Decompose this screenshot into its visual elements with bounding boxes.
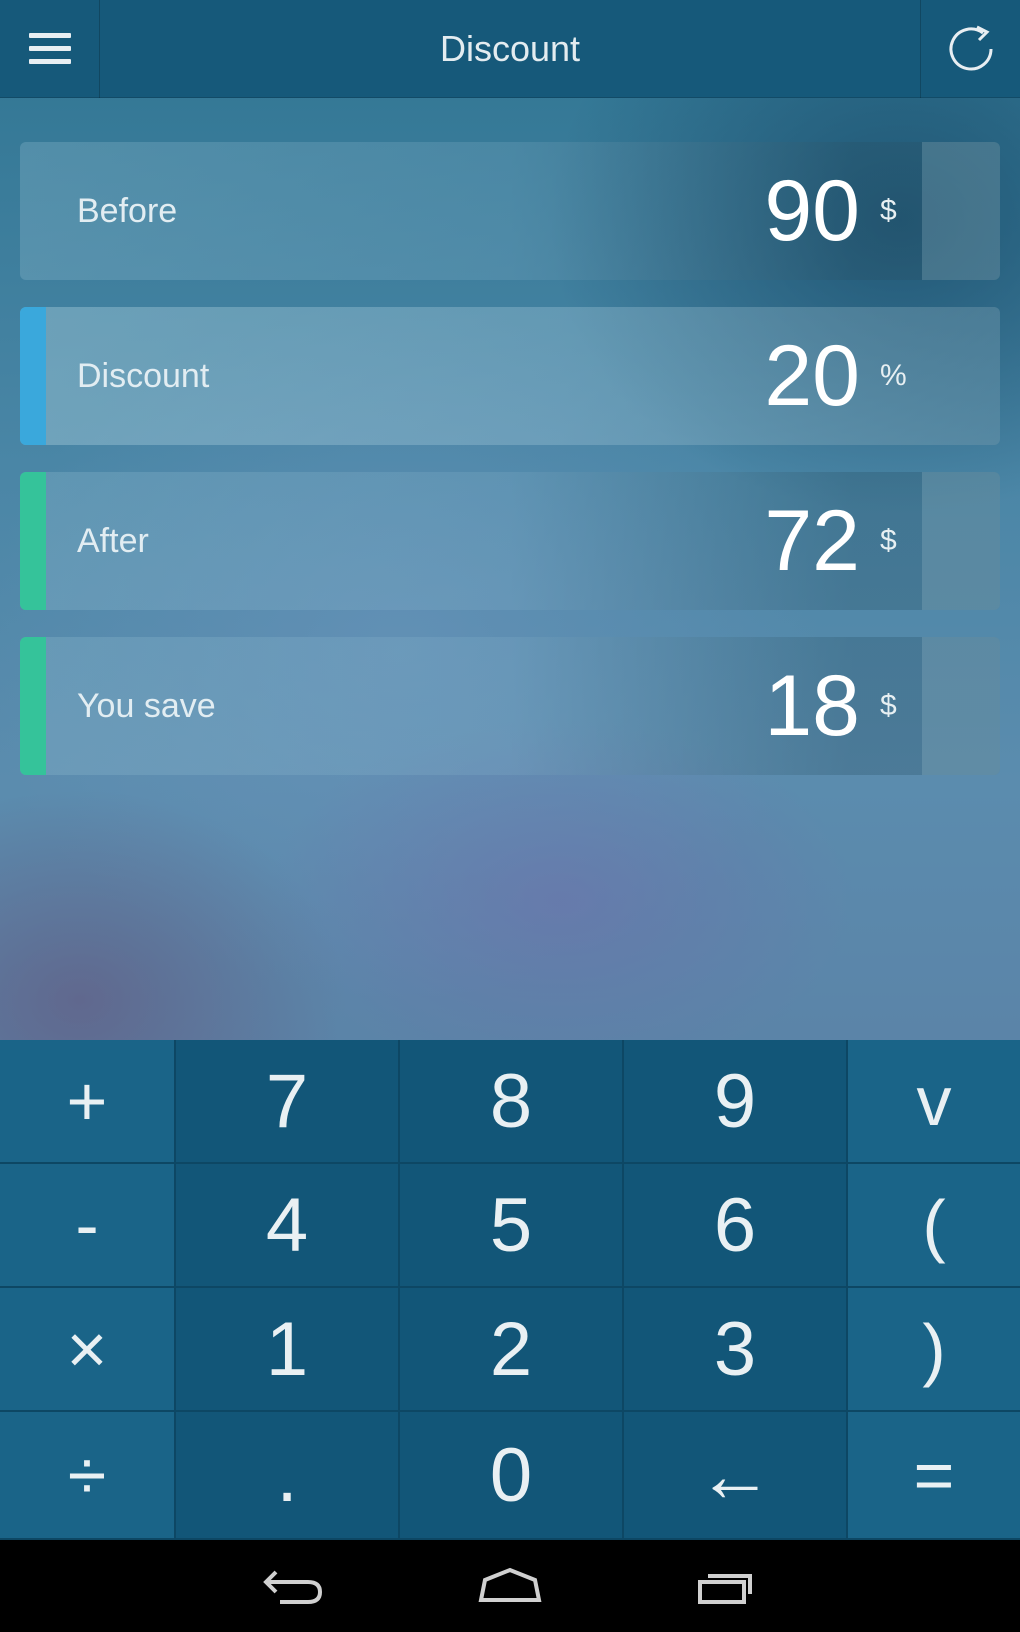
hamburger-menu-icon — [28, 33, 71, 65]
row-label: Before — [77, 191, 178, 230]
back-icon — [263, 1570, 323, 1604]
system-nav-bar — [0, 1540, 1020, 1632]
row-side-panel — [922, 637, 1000, 775]
row-unit: $ — [880, 689, 897, 722]
recents-icon — [698, 1574, 752, 1604]
key-plus[interactable]: + — [0, 1040, 176, 1164]
row-accent — [20, 307, 46, 445]
key-0[interactable]: 0 — [400, 1412, 624, 1540]
refresh-button[interactable] — [920, 0, 1020, 98]
key-3[interactable]: 3 — [624, 1288, 848, 1412]
row-accent — [20, 637, 46, 775]
key-5[interactable]: 5 — [400, 1164, 624, 1288]
top-bar: Discount — [0, 0, 1020, 98]
row-side-panel — [922, 472, 1000, 610]
key-minus[interactable]: - — [0, 1164, 176, 1288]
row-value: 72 — [764, 492, 860, 589]
recents-button[interactable] — [682, 1556, 772, 1616]
key-close-paren[interactable]: ) — [848, 1288, 1020, 1412]
row-after[interactable]: After 72 $ — [20, 472, 1000, 610]
row-you-save[interactable]: You save 18 $ — [20, 637, 1000, 775]
key-root[interactable]: v — [848, 1040, 1020, 1164]
row-discount[interactable]: Discount 20 % — [20, 307, 1000, 445]
key-1[interactable]: 1 — [176, 1288, 400, 1412]
row-value: 18 — [764, 657, 860, 754]
row-unit: % — [880, 359, 907, 392]
key-decimal[interactable]: . — [176, 1412, 400, 1540]
row-label: After — [77, 521, 149, 560]
key-4[interactable]: 4 — [176, 1164, 400, 1288]
app-screen: Discount Before 90 $ Discount 20 % After… — [0, 0, 1020, 1540]
home-icon — [478, 1567, 542, 1602]
row-label: You save — [77, 686, 216, 725]
refresh-icon — [949, 25, 992, 71]
key-divide[interactable]: ÷ — [0, 1412, 176, 1540]
row-label: Discount — [77, 356, 210, 395]
key-6[interactable]: 6 — [624, 1164, 848, 1288]
row-unit: $ — [880, 524, 897, 557]
row-before[interactable]: Before 90 $ — [20, 142, 1000, 280]
key-backspace[interactable]: ← — [624, 1412, 848, 1540]
row-accent — [20, 142, 46, 280]
back-button[interactable] — [248, 1556, 338, 1616]
key-open-paren[interactable]: ( — [848, 1164, 1020, 1288]
keypad: + 7 8 9 v - 4 5 6 ( × 1 2 3 ) ÷ . 0 ← = — [0, 1040, 1020, 1540]
menu-button[interactable] — [0, 0, 100, 98]
key-multiply[interactable]: × — [0, 1288, 176, 1412]
row-value: 90 — [764, 162, 860, 259]
key-9[interactable]: 9 — [624, 1040, 848, 1164]
row-side-panel — [922, 142, 1000, 280]
key-7[interactable]: 7 — [176, 1040, 400, 1164]
value-rows: Before 90 $ Discount 20 % After 72 $ You… — [20, 142, 1000, 802]
key-8[interactable]: 8 — [400, 1040, 624, 1164]
key-2[interactable]: 2 — [400, 1288, 624, 1412]
page-title: Discount — [439, 28, 581, 69]
home-button[interactable] — [465, 1556, 555, 1616]
row-accent — [20, 472, 46, 610]
row-side-panel — [922, 307, 1000, 445]
row-value: 20 — [764, 327, 860, 424]
row-unit: $ — [880, 194, 897, 227]
key-equals[interactable]: = — [848, 1412, 1020, 1540]
